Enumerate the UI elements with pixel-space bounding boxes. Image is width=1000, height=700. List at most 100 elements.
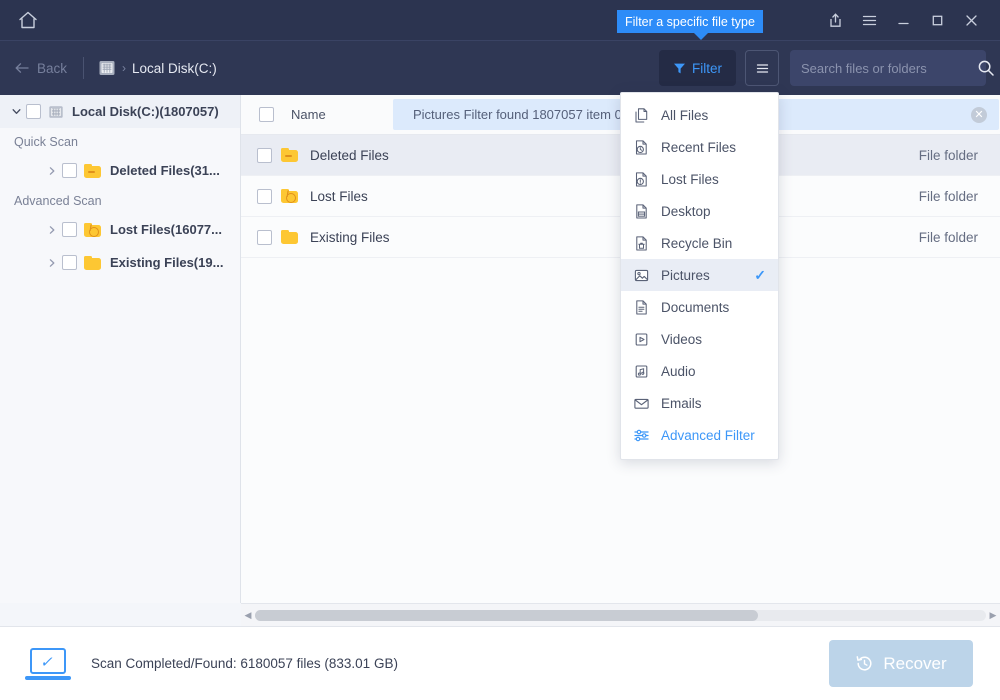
share-export-icon bbox=[827, 12, 844, 29]
minimize-button[interactable] bbox=[886, 0, 920, 40]
window-controls bbox=[818, 0, 1000, 40]
scroll-left-arrow-icon[interactable]: ◀ bbox=[241, 610, 255, 621]
sidebar-label-existing-files: Existing Files(19... bbox=[110, 255, 224, 270]
select-all-checkbox[interactable] bbox=[259, 107, 274, 122]
column-header-name[interactable]: Name bbox=[241, 107, 326, 122]
filter-dropdown-menu: All Files Recent Files Lost Files Deskto… bbox=[620, 92, 779, 460]
sidebar-item-deleted-files[interactable]: Deleted Files(31... bbox=[0, 154, 240, 187]
home-icon bbox=[17, 9, 39, 31]
folder-icon bbox=[281, 230, 298, 244]
sidebar-group-quick-scan: Quick Scan bbox=[14, 135, 78, 149]
sidebar-group-advanced-scan: Advanced Scan bbox=[14, 194, 102, 208]
menu-item-emails[interactable]: Emails bbox=[621, 387, 778, 419]
scrollbar-thumb[interactable] bbox=[255, 609, 758, 621]
close-button[interactable] bbox=[954, 0, 988, 40]
menu-item-advanced-filter[interactable]: Advanced Filter bbox=[621, 419, 778, 451]
recent-file-icon bbox=[633, 139, 650, 156]
title-bar bbox=[0, 0, 1000, 40]
disk-icon bbox=[98, 59, 116, 77]
audio-icon bbox=[633, 363, 650, 380]
sidebar-checkbox-local-disk[interactable] bbox=[26, 104, 41, 119]
recover-button[interactable]: Recover bbox=[829, 640, 973, 687]
menu-icon bbox=[861, 12, 878, 29]
scan-complete-icon: ✓ bbox=[25, 646, 71, 682]
sidebar-checkbox-existing-files[interactable] bbox=[62, 255, 77, 270]
chevron-right-icon[interactable] bbox=[44, 258, 60, 268]
recycle-bin-icon bbox=[633, 235, 650, 252]
minimize-icon bbox=[895, 12, 912, 29]
menu-item-audio[interactable]: Audio bbox=[621, 355, 778, 387]
check-icon: ✓ bbox=[754, 266, 766, 283]
scroll-right-arrow-icon[interactable]: ▶ bbox=[986, 610, 1000, 621]
folder-deleted-icon bbox=[84, 163, 101, 178]
search-input[interactable] bbox=[801, 60, 977, 76]
sidebar-item-lost-files[interactable]: Lost Files(16077... bbox=[0, 213, 240, 246]
filter-button[interactable]: Filter bbox=[659, 50, 736, 86]
menu-item-recent-files[interactable]: Recent Files bbox=[621, 131, 778, 163]
chevron-down-icon[interactable] bbox=[8, 106, 24, 117]
disk-icon bbox=[48, 104, 64, 120]
menu-item-label: Pictures bbox=[661, 267, 710, 283]
menu-item-lost-files[interactable]: Lost Files bbox=[621, 163, 778, 195]
menu-item-documents[interactable]: Documents bbox=[621, 291, 778, 323]
folder-deleted-icon bbox=[281, 148, 298, 162]
menu-item-label: Emails bbox=[661, 395, 702, 411]
sidebar-checkbox-deleted-files[interactable] bbox=[62, 163, 77, 178]
status-bar: ✓ Scan Completed/Found: 6180057 files (8… bbox=[0, 626, 1000, 700]
sidebar-item-local-disk[interactable]: Local Disk(C:)(1807057) bbox=[0, 95, 240, 128]
lost-file-icon bbox=[633, 171, 650, 188]
sidebar-label-lost-files: Lost Files(16077... bbox=[110, 222, 222, 237]
breadcrumb[interactable]: › Local Disk(C:) bbox=[98, 59, 217, 77]
menu-item-label: Documents bbox=[661, 299, 730, 315]
back-button[interactable]: Back bbox=[14, 61, 67, 76]
maximize-icon bbox=[929, 12, 946, 29]
chevron-right-icon[interactable] bbox=[44, 166, 60, 176]
close-circle-icon[interactable]: ✕ bbox=[971, 106, 987, 123]
row-checkbox[interactable] bbox=[257, 188, 272, 204]
menu-item-label: Advanced Filter bbox=[661, 427, 755, 443]
scan-status-text: Scan Completed/Found: 6180057 files (833… bbox=[91, 656, 398, 671]
menu-item-videos[interactable]: Videos bbox=[621, 323, 778, 355]
restore-clock-icon bbox=[855, 654, 874, 673]
list-view-icon bbox=[755, 61, 770, 76]
sidebar-label-deleted-files: Deleted Files(31... bbox=[110, 163, 220, 178]
breadcrumb-separator: › bbox=[122, 61, 127, 75]
scrollbar-track[interactable] bbox=[255, 609, 986, 621]
row-checkbox[interactable] bbox=[257, 147, 272, 163]
folder-lost-icon bbox=[84, 222, 101, 237]
row-checkbox[interactable] bbox=[257, 229, 272, 245]
menu-item-label: Recycle Bin bbox=[661, 235, 733, 251]
menu-item-recycle-bin[interactable]: Recycle Bin bbox=[621, 227, 778, 259]
funnel-icon bbox=[673, 62, 686, 75]
sidebar-item-existing-files[interactable]: Existing Files(19... bbox=[0, 246, 240, 279]
menu-item-pictures[interactable]: Pictures ✓ bbox=[621, 259, 778, 291]
menu-item-all-files[interactable]: All Files bbox=[621, 99, 778, 131]
row-type: File folder bbox=[918, 229, 978, 245]
picture-icon bbox=[633, 267, 650, 284]
back-label: Back bbox=[37, 60, 68, 76]
arrow-left-icon bbox=[14, 61, 30, 75]
column-header-name-label: Name bbox=[291, 107, 326, 122]
document-icon bbox=[633, 299, 650, 316]
view-mode-button[interactable] bbox=[745, 50, 779, 86]
desktop-file-icon bbox=[633, 203, 650, 220]
close-icon bbox=[963, 12, 980, 29]
menu-item-label: Recent Files bbox=[661, 139, 737, 155]
email-icon bbox=[633, 395, 650, 412]
menu-item-desktop[interactable]: Desktop bbox=[621, 195, 778, 227]
search-box[interactable] bbox=[790, 50, 994, 86]
share-export-button[interactable] bbox=[818, 0, 852, 40]
sidebar-checkbox-lost-files[interactable] bbox=[62, 222, 77, 237]
maximize-button[interactable] bbox=[920, 0, 954, 40]
menu-item-label: Lost Files bbox=[661, 171, 719, 187]
chevron-right-icon[interactable] bbox=[44, 225, 60, 235]
menu-item-label: All Files bbox=[661, 107, 709, 123]
home-button[interactable] bbox=[0, 0, 56, 40]
files-icon bbox=[633, 107, 650, 124]
main-menu-button[interactable] bbox=[852, 0, 886, 40]
search-icon[interactable] bbox=[977, 59, 995, 77]
horizontal-scrollbar[interactable]: ◀ ▶ bbox=[241, 603, 1000, 626]
row-type: File folder bbox=[918, 188, 978, 204]
row-type: File folder bbox=[918, 147, 978, 163]
menu-item-label: Desktop bbox=[661, 203, 711, 219]
